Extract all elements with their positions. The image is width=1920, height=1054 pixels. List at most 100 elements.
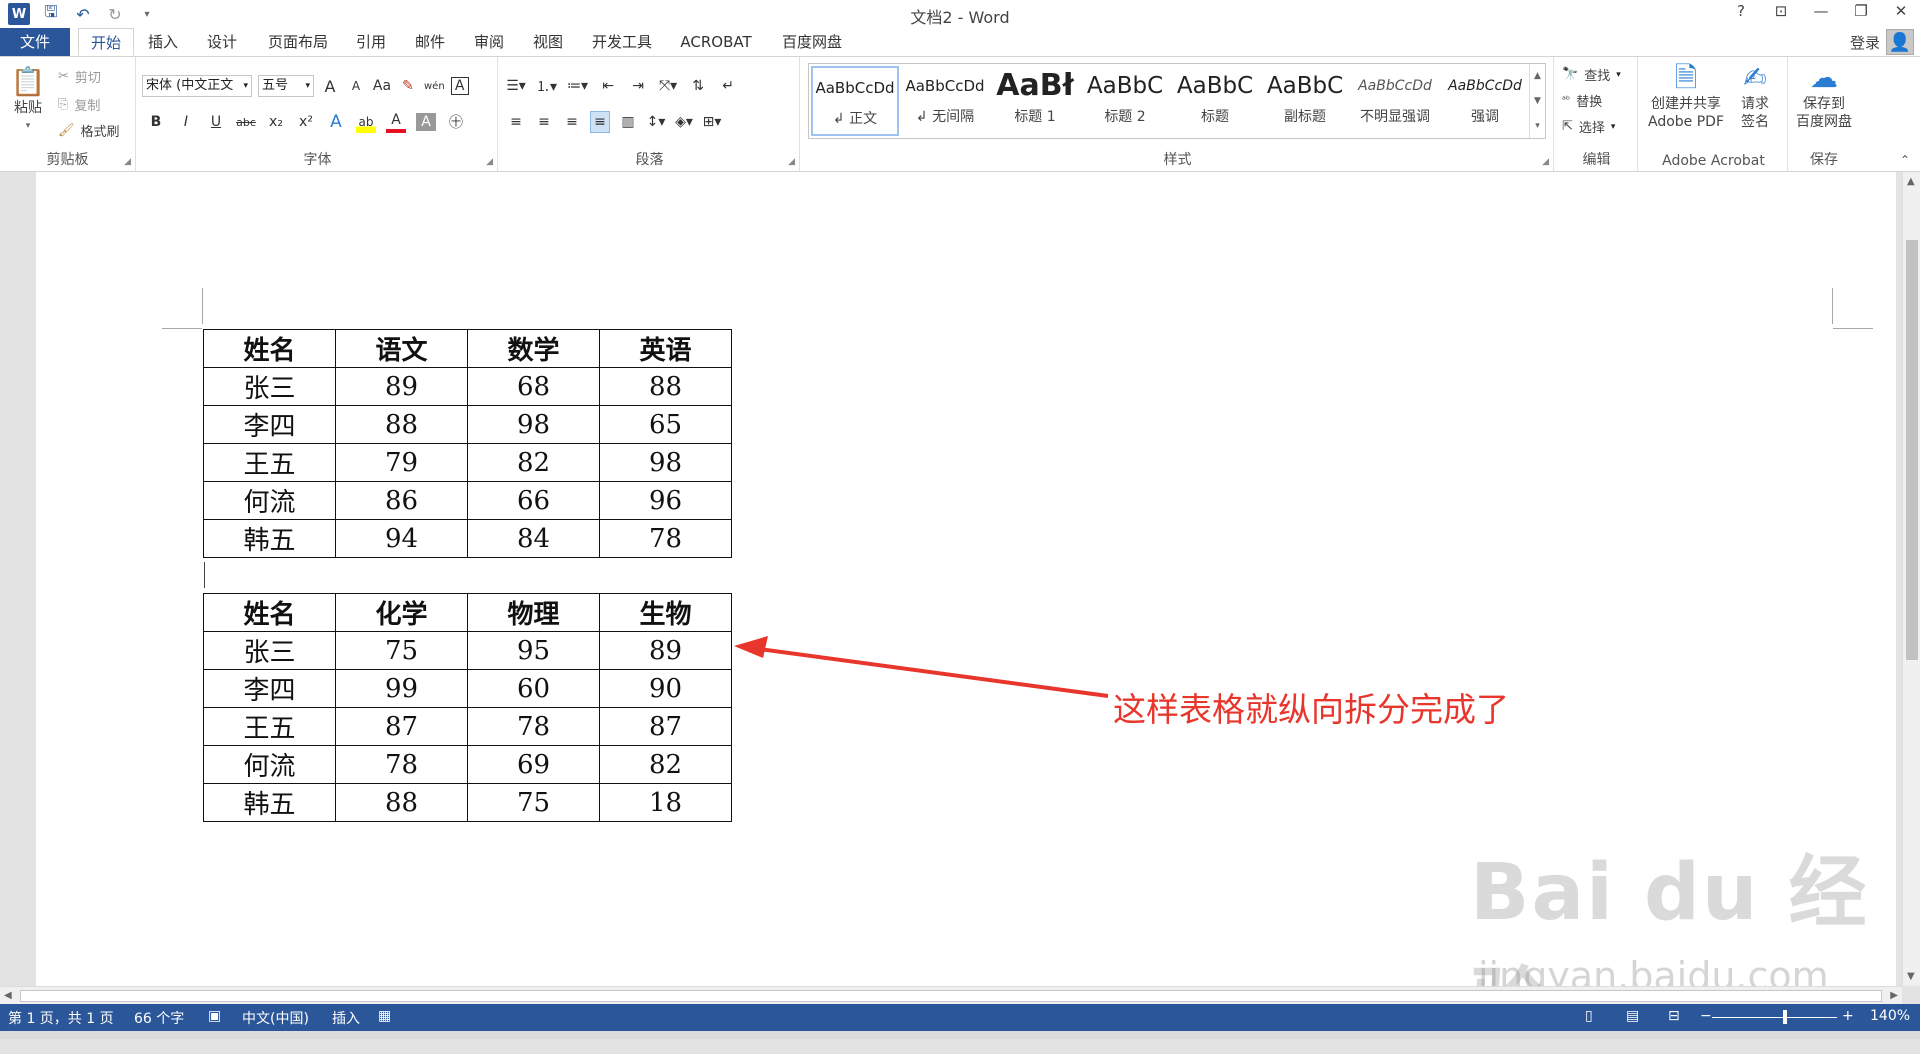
collapse-ribbon-icon[interactable]: ⌃ [1900,153,1910,167]
decrease-indent-icon[interactable]: ⇤ [598,75,618,97]
superscript-icon[interactable]: x² [296,111,316,133]
find-button[interactable]: 🔭 查找 ▾ [1562,65,1621,84]
shrink-font-icon[interactable]: A [346,75,366,97]
select-button[interactable]: ⇱ 选择 ▾ [1562,117,1615,136]
font-launcher-icon[interactable]: ◢ [486,157,493,167]
scroll-right-icon[interactable]: ▶ [1890,990,1898,1001]
numbering-icon[interactable]: ⒈▾ [536,75,557,97]
word-count[interactable]: 66 个字 [134,1008,184,1028]
clear-format-icon[interactable]: ✎ [398,75,418,97]
format-painter-button[interactable]: 🖌 格式刷 [58,121,120,140]
scroll-left-icon[interactable]: ◀ [4,990,12,1001]
char-shading-icon[interactable]: A [416,113,436,131]
tab-references[interactable]: 引用 [350,28,392,56]
grow-font-icon[interactable]: A [320,75,340,97]
tab-design[interactable]: 设计 [200,28,244,56]
style-title[interactable]: AaBbC 标题 [1171,66,1259,136]
styles-scroll[interactable]: ▲ ▼ ▾ [1529,64,1545,138]
horizontal-scrollbar[interactable]: ◀ ▶ [0,986,1902,1004]
print-layout-icon[interactable]: ▤ [1626,1008,1639,1024]
minimize-icon[interactable]: — [1808,2,1834,20]
ribbon-display-icon[interactable]: ⊡ [1768,2,1794,20]
tab-baidu-pan[interactable]: 百度网盘 [776,28,848,56]
zoom-level[interactable]: 140% [1870,1008,1910,1024]
justify-icon[interactable]: ≡ [590,111,610,133]
read-mode-icon[interactable]: ▯ [1585,1008,1593,1024]
language-indicator[interactable]: 中文(中国) [242,1008,309,1028]
clipboard-launcher-icon[interactable]: ◢ [124,157,131,167]
insert-mode[interactable]: 插入 [332,1008,360,1028]
strikethrough-icon[interactable]: abc [236,111,256,133]
create-pdf-button[interactable]: 🗎 创建并共享 Adobe PDF [1644,61,1728,131]
help-icon[interactable]: ? [1728,2,1754,20]
highlight-icon[interactable]: ab [356,111,376,133]
align-left-icon[interactable]: ≡ [506,111,526,133]
paragraph-launcher-icon[interactable]: ◢ [788,157,795,167]
vertical-scrollbar[interactable]: ▲ ▼ [1902,172,1920,986]
style-heading-2[interactable]: AaBbC 标题 2 [1081,66,1169,136]
tab-view[interactable]: 视图 [526,28,570,56]
vertical-scroll-thumb[interactable] [1906,240,1918,660]
zoom-slider-thumb[interactable] [1783,1010,1787,1024]
line-spacing-icon[interactable]: ↕▾ [646,111,666,133]
horizontal-scroll-thumb[interactable] [20,990,1882,1002]
tab-mailings[interactable]: 邮件 [408,28,452,56]
styles-up-icon[interactable]: ▲ [1534,71,1541,81]
font-name-combo[interactable]: 宋体 (中文正文 ▾ [142,75,252,97]
style-subtle-emphasis[interactable]: AaBbCcDd 不明显强调 [1351,66,1439,136]
login-link[interactable]: 登录 [1850,32,1880,53]
style-emphasis[interactable]: AaBbCcDd 强调 [1441,66,1529,136]
save-baidu-button[interactable]: ☁ 保存到 百度网盘 [1790,61,1858,131]
borders-icon[interactable]: ⊞▾ [702,111,722,133]
copy-button[interactable]: ⎘ 复制 [58,95,100,114]
tab-acrobat[interactable]: ACROBAT [674,28,758,56]
zoom-slider[interactable] [1712,1017,1837,1018]
tab-layout[interactable]: 页面布局 [262,28,334,56]
show-marks-icon[interactable]: ↵ [718,75,738,97]
close-icon[interactable]: ✕ [1888,2,1914,20]
cut-button[interactable]: ✂ 剪切 [58,67,101,86]
text-effect-icon[interactable]: A [326,111,346,133]
request-signature-button[interactable]: ✍ 请求 签名 [1732,61,1778,131]
char-border-icon[interactable]: A [450,77,469,95]
tab-insert[interactable]: 插入 [142,28,184,56]
tab-home[interactable]: 开始 [78,28,134,56]
paste-button[interactable]: 📋 粘贴 ▾ [6,65,50,135]
font-size-combo[interactable]: 五号 ▾ [258,75,314,97]
styles-more-icon[interactable]: ▾ [1535,121,1540,131]
increase-indent-icon[interactable]: ⇥ [628,75,648,97]
multilevel-list-icon[interactable]: ≔▾ [567,75,588,97]
distributed-icon[interactable]: ▥ [618,111,638,133]
restore-icon[interactable]: ❐ [1848,2,1874,20]
shading-icon[interactable]: ◈▾ [674,111,694,133]
macro-record-icon[interactable]: ▦ [378,1008,391,1024]
sort-icon[interactable]: ⇅ [688,75,708,97]
style-heading-1[interactable]: AaBł 标题 1 [991,66,1079,136]
styles-launcher-icon[interactable]: ◢ [1542,157,1549,167]
enclose-char-icon[interactable]: ㊉ [446,111,466,133]
style-subtitle[interactable]: AaBbC 副标题 [1261,66,1349,136]
web-layout-icon[interactable]: ⊟ [1668,1008,1680,1024]
zoom-out-icon[interactable]: − [1700,1008,1712,1024]
scroll-up-icon[interactable]: ▲ [1907,176,1915,187]
bold-icon[interactable]: B [146,111,166,133]
scroll-down-icon[interactable]: ▼ [1907,971,1915,982]
page-indicator[interactable]: 第 1 页，共 1 页 [8,1008,114,1028]
avatar-icon[interactable]: 👤 [1886,29,1914,55]
tab-developer[interactable]: 开发工具 [586,28,658,56]
bullets-icon[interactable]: ☰▾ [506,75,526,97]
chinese-layout-icon[interactable]: ⤧▾ [658,75,678,97]
style-no-spacing[interactable]: AaBbCcDd ↲ 无间隔 [901,66,989,136]
tab-review[interactable]: 审阅 [468,28,510,56]
subscript-icon[interactable]: x₂ [266,111,286,133]
change-case-icon[interactable]: Aa [372,75,392,97]
proofing-icon[interactable]: ▣ [208,1008,221,1024]
styles-down-icon[interactable]: ▼ [1534,96,1541,106]
replace-button[interactable]: ᵃᵇ 替换 [1562,91,1602,110]
tab-file[interactable]: 文件 [0,28,70,56]
align-center-icon[interactable]: ≡ [534,111,554,133]
style-normal[interactable]: AaBbCcDd ↲ 正文 [811,66,899,136]
phonetic-guide-icon[interactable]: wén [424,75,445,97]
italic-icon[interactable]: I [176,111,196,133]
align-right-icon[interactable]: ≡ [562,111,582,133]
